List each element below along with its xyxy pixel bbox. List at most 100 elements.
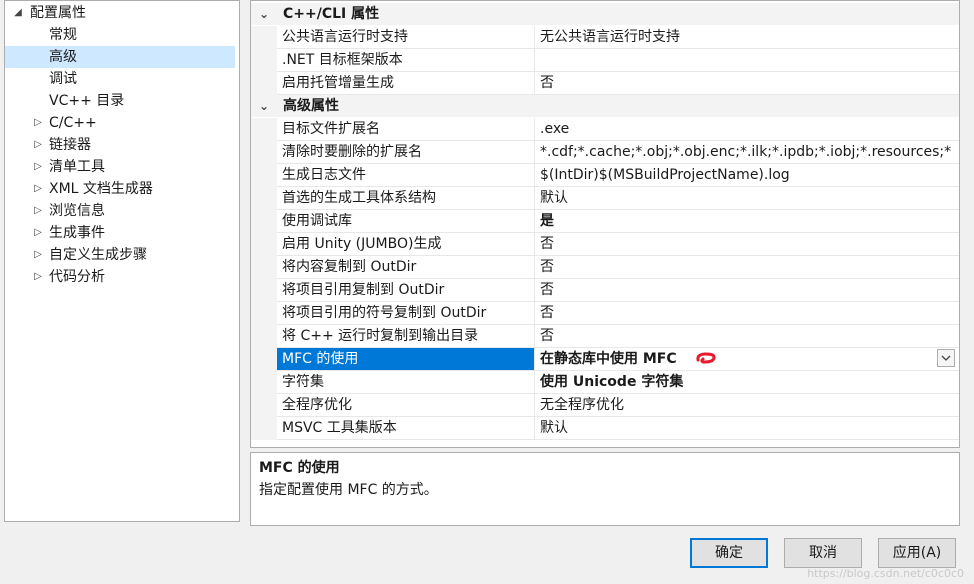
collapsed-triangle-icon[interactable]: ▷	[31, 178, 45, 200]
tree-item-vc-directories[interactable]: VC++ 目录	[5, 90, 235, 112]
config-tree: ◢ 配置属性 常规 高级 调试 VC++ 目录 ▷ C/C++ ▷ 链接器 ▷ …	[4, 0, 240, 522]
category-advanced-properties[interactable]: ⌄ 高级属性	[251, 95, 959, 117]
tree-item-advanced[interactable]: 高级	[5, 46, 235, 68]
row-gutter	[251, 26, 277, 49]
ok-button[interactable]: 确定	[690, 538, 768, 568]
property-value[interactable]: 无公共语言运行时支持	[536, 26, 959, 48]
row-gutter	[251, 302, 277, 325]
row-gutter	[251, 187, 277, 210]
category-cli-properties[interactable]: ⌄ C++/CLI 属性	[251, 3, 959, 25]
property-row[interactable]: 公共语言运行时支持 无公共语言运行时支持	[251, 26, 959, 49]
property-value[interactable]: $(IntDir)$(MSBuildProjectName).log	[536, 164, 959, 186]
property-row-mfc-usage[interactable]: MFC 的使用 在静态库中使用 MFC	[251, 348, 959, 371]
property-value[interactable]: 在静态库中使用 MFC	[536, 348, 959, 370]
tree-item-label: 生成事件	[49, 225, 105, 241]
row-gutter	[251, 371, 277, 394]
property-value[interactable]: *.cdf;*.cache;*.obj;*.obj.enc;*.ilk;*.ip…	[536, 141, 959, 163]
tree-item-label: 浏览信息	[49, 203, 105, 219]
tree-item-label: C/C++	[49, 115, 97, 131]
tree-item-label: 清单工具	[49, 159, 105, 175]
property-row[interactable]: 将 C++ 运行时复制到输出目录 否	[251, 325, 959, 348]
property-name: 将项目引用复制到 OutDir	[277, 279, 535, 301]
tree-item-c-cpp[interactable]: ▷ C/C++	[5, 112, 235, 134]
tree-root-label: 配置属性	[30, 5, 86, 21]
property-value[interactable]: 是	[536, 210, 959, 232]
property-row[interactable]: 生成日志文件 $(IntDir)$(MSBuildProjectName).lo…	[251, 164, 959, 187]
property-row[interactable]: MSVC 工具集版本 默认	[251, 417, 959, 440]
tree-item-linker[interactable]: ▷ 链接器	[5, 134, 235, 156]
property-row[interactable]: 将内容复制到 OutDir 否	[251, 256, 959, 279]
chevron-down-icon	[941, 355, 951, 361]
property-name: 公共语言运行时支持	[277, 26, 535, 48]
property-name: 启用 Unity (JUMBO)生成	[277, 233, 535, 255]
property-row[interactable]: 清除时要删除的扩展名 *.cdf;*.cache;*.obj;*.obj.enc…	[251, 141, 959, 164]
collapsed-triangle-icon[interactable]: ▷	[31, 134, 45, 156]
collapsed-triangle-icon[interactable]: ▷	[31, 156, 45, 178]
tree-item-code-analysis[interactable]: ▷ 代码分析	[5, 266, 235, 288]
property-row[interactable]: 将项目引用的符号复制到 OutDir 否	[251, 302, 959, 325]
tree-item-label: 高级	[49, 49, 77, 65]
row-gutter	[251, 279, 277, 302]
property-name: MFC 的使用	[277, 348, 535, 370]
row-gutter	[251, 72, 277, 95]
expanded-triangle-icon[interactable]: ◢	[11, 2, 25, 24]
collapsed-triangle-icon[interactable]: ▷	[31, 244, 45, 266]
description-text: 指定配置使用 MFC 的方式。	[259, 482, 438, 498]
property-row[interactable]: 目标文件扩展名 .exe	[251, 118, 959, 141]
property-name: 首选的生成工具体系结构	[277, 187, 535, 209]
property-name: 将内容复制到 OutDir	[277, 256, 535, 278]
tree-item-build-events[interactable]: ▷ 生成事件	[5, 222, 235, 244]
property-row[interactable]: 启用 Unity (JUMBO)生成 否	[251, 233, 959, 256]
row-gutter	[251, 348, 277, 371]
property-row[interactable]: 首选的生成工具体系结构 默认	[251, 187, 959, 210]
property-value[interactable]: 无全程序优化	[536, 394, 959, 416]
tree-item-custom-build-step[interactable]: ▷ 自定义生成步骤	[5, 244, 235, 266]
tree-item-browse-info[interactable]: ▷ 浏览信息	[5, 200, 235, 222]
property-name: 目标文件扩展名	[277, 118, 535, 140]
tree-item-label: 代码分析	[49, 269, 105, 285]
cancel-button[interactable]: 取消	[784, 538, 862, 568]
property-row[interactable]: 将项目引用复制到 OutDir 否	[251, 279, 959, 302]
property-value[interactable]: 否	[536, 72, 959, 94]
property-value[interactable]: 默认	[536, 417, 959, 439]
tree-item-debugging[interactable]: 调试	[5, 68, 235, 90]
collapsed-triangle-icon[interactable]: ▷	[31, 200, 45, 222]
property-row[interactable]: 使用调试库 是	[251, 210, 959, 233]
property-value[interactable]: 否	[536, 256, 959, 278]
property-row[interactable]: 字符集 使用 Unicode 字符集	[251, 371, 959, 394]
property-value[interactable]: 使用 Unicode 字符集	[536, 371, 959, 393]
property-value[interactable]: 否	[536, 302, 959, 324]
chevron-down-icon[interactable]: ⌄	[257, 3, 271, 25]
red-annotation-mark-icon	[696, 352, 716, 364]
property-name: MSVC 工具集版本	[277, 417, 535, 439]
property-value[interactable]: 否	[536, 279, 959, 301]
row-gutter	[251, 141, 277, 164]
tree-item-label: 常规	[49, 27, 77, 43]
tree-item-xml-doc-generator[interactable]: ▷ XML 文档生成器	[5, 178, 235, 200]
chevron-down-icon[interactable]: ⌄	[257, 95, 271, 117]
watermark-text: https://blog.csdn.net/c0c0c0	[807, 567, 964, 580]
property-row[interactable]: 启用托管增量生成 否	[251, 72, 959, 95]
collapsed-triangle-icon[interactable]: ▷	[31, 222, 45, 244]
property-name: 清除时要删除的扩展名	[277, 141, 535, 163]
tree-root-config-properties[interactable]: ◢ 配置属性	[5, 2, 235, 24]
property-row[interactable]: 全程序优化 无全程序优化	[251, 394, 959, 417]
tree-item-label: VC++ 目录	[49, 93, 125, 109]
property-name: 将项目引用的符号复制到 OutDir	[277, 302, 535, 324]
property-value[interactable]: 默认	[536, 187, 959, 209]
category-label: 高级属性	[283, 98, 339, 114]
apply-button[interactable]: 应用(A)	[878, 538, 956, 568]
row-gutter	[251, 210, 277, 233]
collapsed-triangle-icon[interactable]: ▷	[31, 112, 45, 134]
category-label: C++/CLI 属性	[283, 6, 380, 22]
property-value[interactable]	[536, 49, 959, 71]
property-value[interactable]: 否	[536, 233, 959, 255]
collapsed-triangle-icon[interactable]: ▷	[31, 266, 45, 288]
property-value[interactable]: 否	[536, 325, 959, 347]
tree-item-manifest-tool[interactable]: ▷ 清单工具	[5, 156, 235, 178]
property-row[interactable]: .NET 目标框架版本	[251, 49, 959, 72]
property-value[interactable]: .exe	[536, 118, 959, 140]
property-name: 使用调试库	[277, 210, 535, 232]
dropdown-button[interactable]	[937, 349, 955, 367]
tree-item-general[interactable]: 常规	[5, 24, 235, 46]
